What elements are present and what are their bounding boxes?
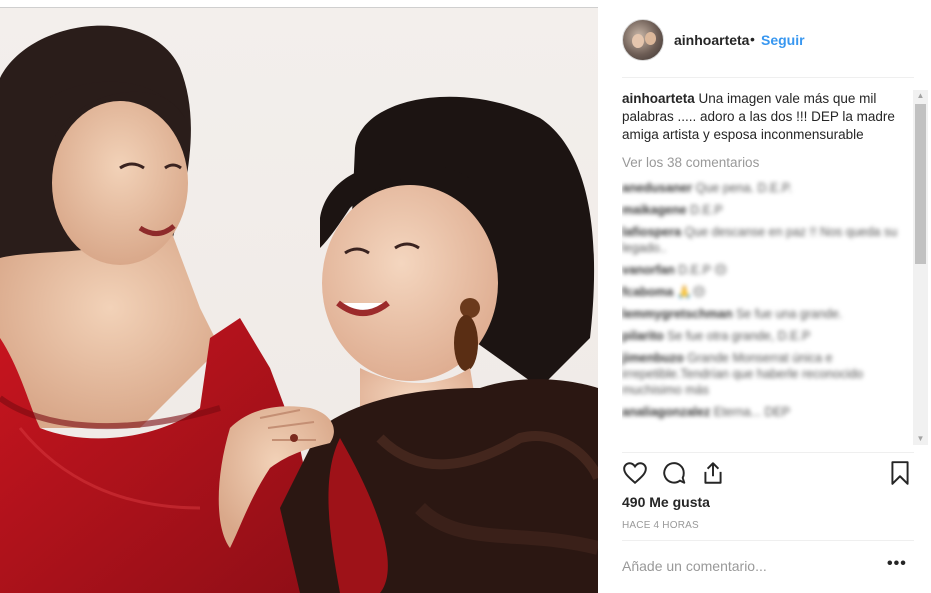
comment-username[interactable]: lafiospera <box>622 225 681 239</box>
caption: ainhoarteta Una imagen vale más que mil … <box>622 90 910 144</box>
avatar[interactable] <box>622 19 664 61</box>
list-item: anedusaner Que pena. D.E.P. <box>622 180 910 196</box>
comment-username[interactable]: lemmygretschman <box>622 307 732 321</box>
comment-username[interactable]: vanorfan <box>622 263 675 277</box>
scrollbar-thumb[interactable] <box>915 104 926 264</box>
comment-box-divider <box>622 540 914 541</box>
post-photo-illustration <box>0 25 598 593</box>
scroll-down-arrow-icon[interactable]: ▼ <box>913 433 928 445</box>
more-options-icon[interactable]: ••• <box>887 555 907 573</box>
comment-text: 🙏😔 <box>676 285 706 299</box>
actions-divider <box>622 452 914 453</box>
bookmark-icon[interactable] <box>887 460 913 486</box>
comments-list[interactable]: ainhoarteta Una imagen vale más que mil … <box>622 90 910 450</box>
post-header: ainhoarteta • Seguir <box>598 0 931 77</box>
heart-icon[interactable] <box>622 460 648 486</box>
comment-username[interactable]: analiagonzalez <box>622 405 710 419</box>
blurred-comments: anedusaner Que pena. D.E.P. maikagene D.… <box>622 180 910 420</box>
list-item: lafiospera Que descanse en paz !! Nos qu… <box>622 224 910 256</box>
comment-username[interactable]: fcaboma <box>622 285 673 299</box>
comment-username[interactable]: anedusaner <box>622 181 692 195</box>
follow-button[interactable]: Seguir <box>761 32 805 48</box>
comment-username[interactable]: pilarito <box>622 329 664 343</box>
comment-username[interactable]: maikagene <box>622 203 687 217</box>
comments-scrollbar[interactable]: ▲ ▼ <box>913 90 928 445</box>
list-item: lemmygretschman Se fue una grande. <box>622 306 910 322</box>
post-photo[interactable] <box>0 8 598 593</box>
comment-username[interactable]: jimenbuzo <box>622 351 684 365</box>
share-icon[interactable] <box>700 460 726 486</box>
comment-text: Que pena. D.E.P. <box>695 181 793 195</box>
add-comment-input[interactable] <box>622 556 862 576</box>
caption-username[interactable]: ainhoarteta <box>622 91 695 106</box>
comment-text: Se fue otra grande, D.E.P <box>667 329 811 343</box>
list-item: vanorfan D.E.P 😔 <box>622 262 910 278</box>
list-item: jimenbuzo Grande Monserrat única e irrep… <box>622 350 910 398</box>
comment-text: D.E.P 😔 <box>678 263 728 277</box>
list-item: analiagonzalez Eterna... DEP <box>622 404 910 420</box>
post-side-panel: ainhoarteta • Seguir ainhoarteta Una ima… <box>598 0 931 593</box>
likes-count[interactable]: 490 Me gusta <box>622 494 710 510</box>
comment-text: Se fue una grande. <box>735 307 843 321</box>
header-username[interactable]: ainhoarteta <box>674 32 749 48</box>
list-item: fcaboma 🙏😔 <box>622 284 910 300</box>
header-separator: • <box>750 31 755 47</box>
header-divider <box>622 77 914 78</box>
list-item: maikagene D.E.P <box>622 202 910 218</box>
comment-text: D.E.P <box>690 203 723 217</box>
list-item: pilarito Se fue otra grande, D.E.P <box>622 328 910 344</box>
comment-icon[interactable] <box>661 460 687 486</box>
post-timestamp[interactable]: HACE 4 HORAS <box>622 520 699 531</box>
scroll-up-arrow-icon[interactable]: ▲ <box>913 90 928 102</box>
view-all-comments-link[interactable]: Ver los 38 comentarios <box>622 154 910 172</box>
comment-text: Eterna... DEP <box>713 405 791 419</box>
